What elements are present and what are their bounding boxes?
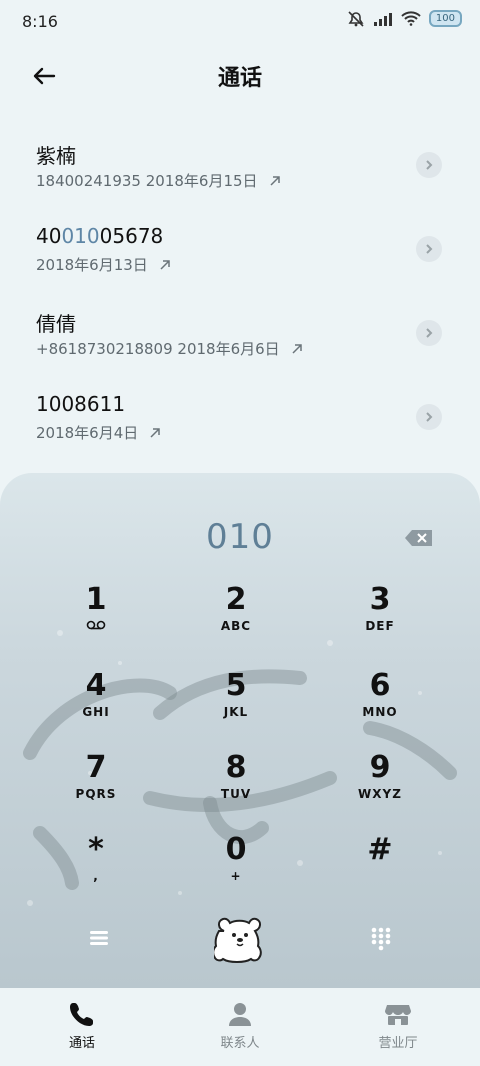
call-detail: 2018年6月13日 <box>36 256 148 274</box>
key-digit: 2 <box>225 582 247 617</box>
call-meta: +8618730218809 2018年6月6日 <box>36 338 304 359</box>
outgoing-call-arrow-icon <box>290 342 304 356</box>
mute-icon <box>347 10 365 27</box>
key-1[interactable]: 1 <box>26 583 166 663</box>
key-8[interactable]: 8 TUV <box>166 751 306 831</box>
details-chevron-icon[interactable] <box>416 152 442 178</box>
details-chevron-icon[interactable] <box>416 404 442 430</box>
key-digit: # <box>367 832 393 867</box>
tab-label: 营业厅 <box>378 1036 418 1051</box>
key-digit: 4 <box>85 668 107 703</box>
status-time: 8:16 <box>22 12 58 31</box>
key-letters: DEF <box>365 619 395 633</box>
bottom-navigation: 通话 联系人 营业厅 <box>0 988 480 1066</box>
call-meta: 2018年6月13日 <box>36 254 172 275</box>
call-meta: 18400241935 2018年6月15日 <box>36 170 282 191</box>
key-digit: 3 <box>369 582 391 617</box>
contact-name: 紫楠 <box>36 144 76 168</box>
call-log-row[interactable]: 倩倩 +8618730218809 2018年6月6日 <box>0 296 480 380</box>
outgoing-call-arrow-icon <box>148 426 162 440</box>
key-digit: 5 <box>225 668 247 703</box>
backspace-icon[interactable] <box>404 529 434 547</box>
dialpad-toggle-icon[interactable] <box>368 925 394 951</box>
key-digit: * <box>88 832 104 867</box>
key-digit: 7 <box>85 750 107 785</box>
phone-icon <box>68 1000 96 1028</box>
call-log-row[interactable]: 4001005678 2018年6月13日 <box>0 212 480 296</box>
key-letters: GHI <box>82 705 110 719</box>
status-bar: 8:16 100 <box>0 0 480 44</box>
key-digit: 9 <box>369 750 391 785</box>
outgoing-call-arrow-icon <box>158 258 172 272</box>
details-chevron-icon[interactable] <box>416 236 442 262</box>
call-log-row[interactable]: 紫楠 18400241935 2018年6月15日 <box>0 128 480 212</box>
details-chevron-icon[interactable] <box>416 320 442 346</box>
person-icon <box>226 1000 254 1028</box>
number-match-highlight: 010 <box>61 224 100 248</box>
contact-name: 倩倩 <box>36 312 76 336</box>
contact-number: 4001005678 <box>36 224 163 248</box>
key-digit: 0 <box>225 832 247 867</box>
tab-store[interactable]: 营业厅 <box>338 1000 458 1051</box>
key-digit: 8 <box>225 750 247 785</box>
call-meta: 2018年6月4日 <box>36 422 162 443</box>
menu-icon[interactable] <box>86 925 112 951</box>
key-letters: + <box>230 869 242 883</box>
key-7[interactable]: 7 PQRS <box>26 751 166 831</box>
key-2[interactable]: 2 ABC <box>166 583 306 663</box>
tab-calls[interactable]: 通话 <box>22 1000 142 1051</box>
battery-indicator: 100 <box>428 10 462 27</box>
store-icon <box>384 1000 412 1028</box>
key-letters: JKL <box>223 705 249 719</box>
key-digit: 1 <box>85 582 107 617</box>
key-4[interactable]: 4 GHI <box>26 669 166 749</box>
page-title: 通话 <box>217 66 262 91</box>
voicemail-icon <box>26 619 166 633</box>
outgoing-call-arrow-icon <box>268 174 282 188</box>
key-6[interactable]: 6 MNO <box>310 669 450 749</box>
number-part: 40 <box>36 224 62 248</box>
tab-label: 联系人 <box>220 1036 260 1051</box>
key-star[interactable]: * , <box>26 833 166 913</box>
key-letters: ABC <box>220 619 252 633</box>
status-icons: 100 <box>347 10 462 27</box>
wifi-icon <box>401 11 421 26</box>
number-part: 05678 <box>99 224 164 248</box>
key-hash[interactable]: # <box>310 833 450 913</box>
key-letters: WXYZ <box>358 787 402 801</box>
call-detail: 18400241935 2018年6月15日 <box>36 172 258 190</box>
dial-bear-icon[interactable] <box>212 909 266 967</box>
key-digit: 6 <box>369 668 391 703</box>
key-5[interactable]: 5 JKL <box>166 669 306 749</box>
key-letters: TUV <box>220 787 252 801</box>
contact-number: 1008611 <box>36 392 126 416</box>
app-bar: 通话 <box>0 50 480 100</box>
key-letters: MNO <box>362 705 398 719</box>
dial-pad: 010 1 2 ABC 3 DEF 4 GHI 5 JKL 6 MNO 7 PQ… <box>0 473 480 988</box>
call-detail: +8618730218809 2018年6月6日 <box>36 340 280 358</box>
call-log-row[interactable]: 1008611 2018年6月4日 <box>0 380 480 464</box>
key-3[interactable]: 3 DEF <box>310 583 450 663</box>
call-log-list: 紫楠 18400241935 2018年6月15日 4001005678 201… <box>0 128 480 464</box>
call-detail: 2018年6月4日 <box>36 424 139 442</box>
key-9[interactable]: 9 WXYZ <box>310 751 450 831</box>
tab-contacts[interactable]: 联系人 <box>180 1000 300 1051</box>
signal-icon <box>373 12 393 26</box>
tab-label: 通话 <box>68 1036 95 1051</box>
key-letters: PQRS <box>75 787 117 801</box>
key-0[interactable]: 0 + <box>166 833 306 913</box>
key-letters: , <box>93 869 99 883</box>
